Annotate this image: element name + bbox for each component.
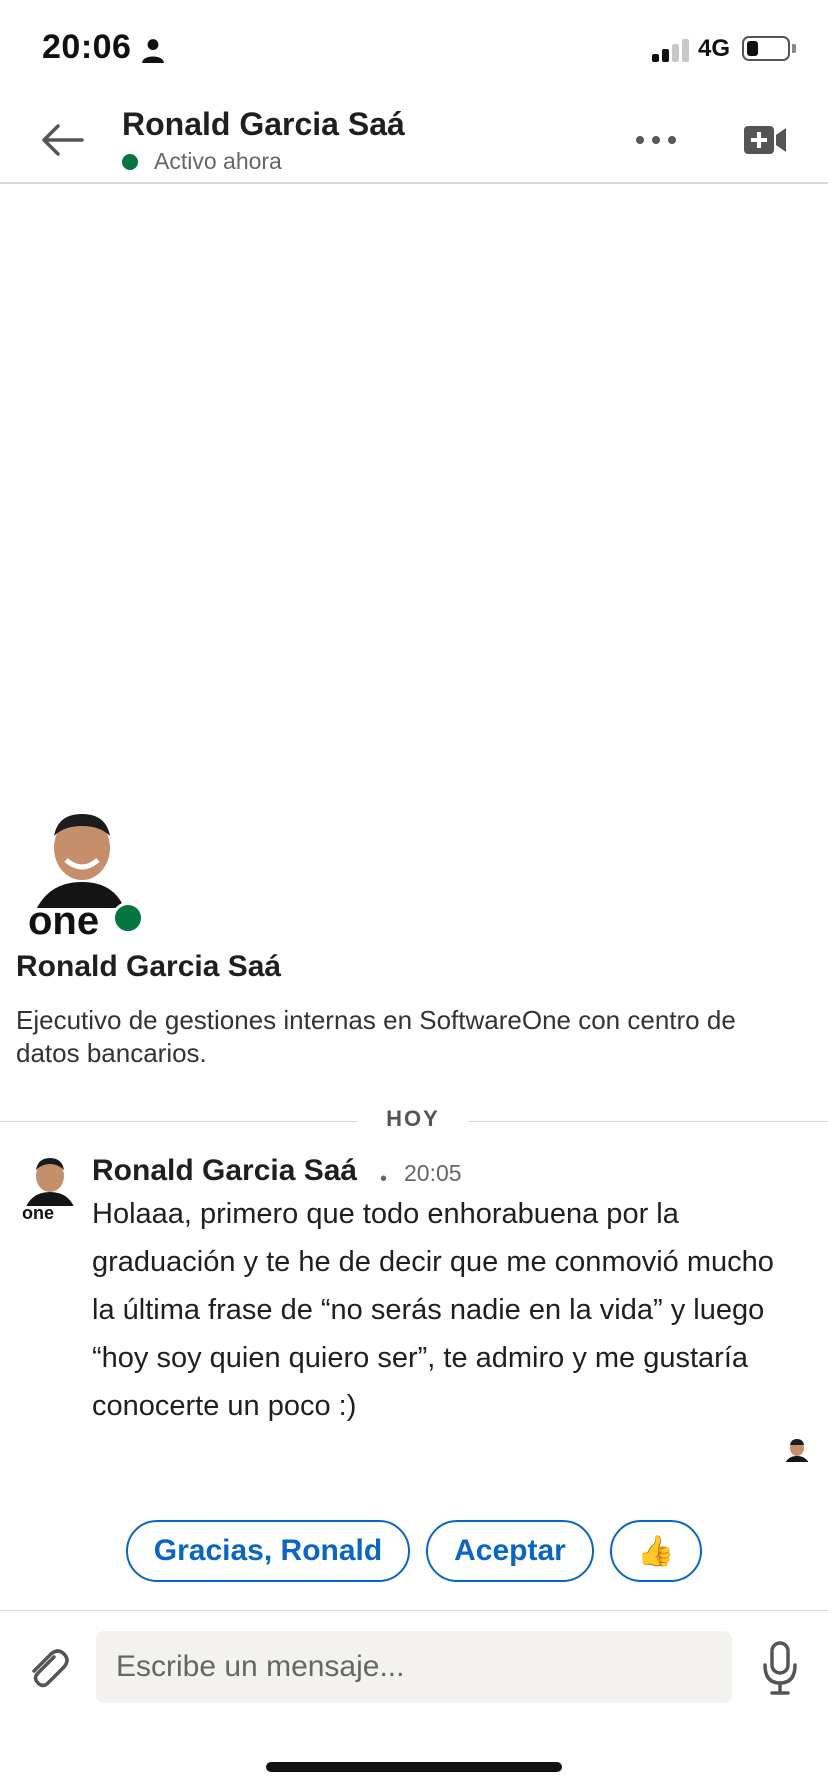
- more-icon: [636, 136, 644, 144]
- paperclip-icon[interactable]: [24, 1645, 72, 1693]
- message-sender[interactable]: Ronald Garcia Saá: [92, 1154, 357, 1188]
- messaging-screen: 20:06 4G Ronald Garcia Saá Activo ahora: [0, 0, 828, 1792]
- more-options-button[interactable]: [630, 120, 682, 160]
- quick-reply-gracias[interactable]: Gracias, Ronald: [126, 1520, 410, 1582]
- message-composer: [0, 1610, 828, 1720]
- quick-reply-thumbs-up[interactable]: 👍: [610, 1520, 702, 1582]
- contact-name[interactable]: Ronald Garcia Saá: [122, 106, 405, 143]
- back-button[interactable]: [30, 112, 94, 168]
- message-time: 20:05: [404, 1160, 462, 1186]
- message-separator: •: [380, 1168, 388, 1190]
- status-bar: 20:06 4G: [0, 0, 828, 100]
- conversation-header: Ronald Garcia Saá Activo ahora: [0, 100, 828, 184]
- presence-label: Activo ahora: [154, 148, 282, 174]
- battery-icon: [742, 36, 790, 61]
- quick-reply-aceptar[interactable]: Aceptar: [426, 1520, 594, 1582]
- read-receipt-avatar: [782, 1439, 810, 1468]
- presence-status: Activo ahora: [122, 148, 282, 175]
- divider-line: [0, 1121, 358, 1122]
- back-arrow-icon: [42, 124, 84, 156]
- message-input[interactable]: [96, 1631, 732, 1703]
- message-text: Holaaa, primero que todo enhorabuena por…: [92, 1198, 774, 1422]
- message-avatar[interactable]: one: [20, 1156, 76, 1220]
- profile-headline: Ejecutivo de gestiones internas en Softw…: [16, 1005, 736, 1068]
- day-label: HOY: [386, 1106, 440, 1131]
- quick-replies: Gracias, Ronald Aceptar 👍: [0, 1520, 828, 1582]
- divider-line: [468, 1121, 828, 1122]
- svg-text:one: one: [28, 899, 99, 938]
- svg-text:one: one: [22, 1203, 54, 1220]
- status-time: 20:06: [42, 28, 132, 66]
- profile-name[interactable]: Ronald Garcia Saá: [16, 950, 281, 984]
- person-icon: [142, 39, 164, 63]
- profile-avatar[interactable]: one: [24, 808, 124, 938]
- home-indicator[interactable]: [266, 1762, 562, 1772]
- signal-icon: [652, 38, 692, 62]
- profile-online-indicator: [112, 902, 144, 934]
- microphone-icon[interactable]: [760, 1641, 800, 1697]
- network-type: 4G: [698, 35, 731, 62]
- online-dot-icon: [122, 153, 138, 170]
- day-divider: HOY: [0, 1104, 828, 1140]
- video-call-icon[interactable]: [740, 118, 790, 162]
- battery-nub: [792, 44, 796, 53]
